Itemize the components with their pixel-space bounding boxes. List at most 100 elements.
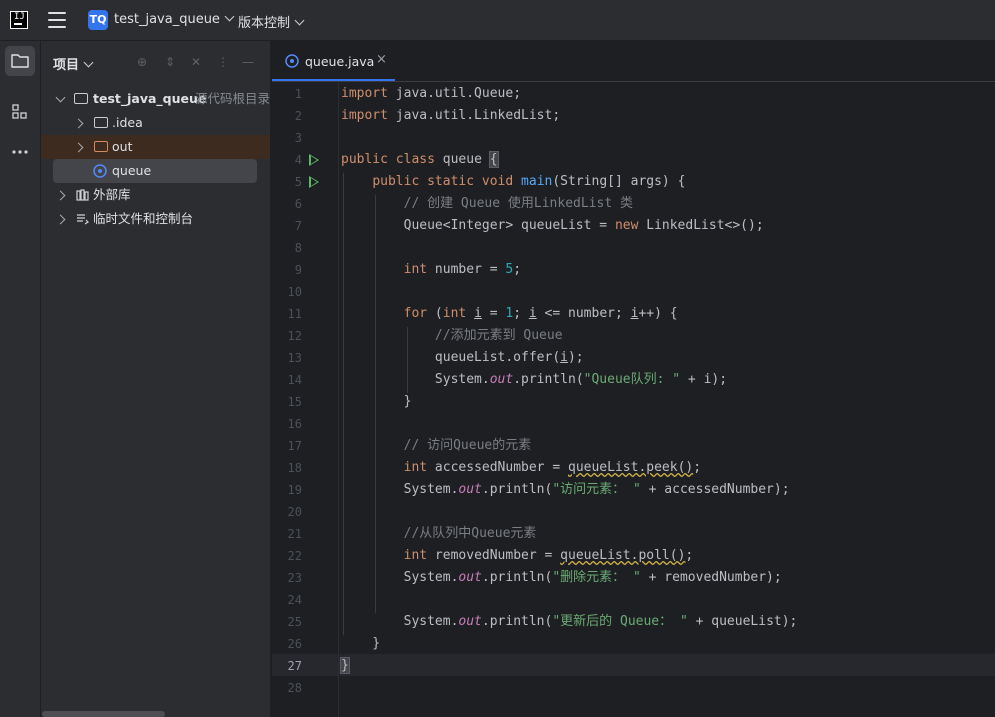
chevron-right-icon <box>55 190 66 201</box>
main-menu-icon[interactable] <box>48 12 66 28</box>
line-number[interactable]: 15 <box>272 395 302 409</box>
line-number[interactable]: 13 <box>272 351 302 365</box>
line-number[interactable]: 8 <box>272 241 302 255</box>
line-number[interactable]: 16 <box>272 417 302 431</box>
structure-icon <box>12 104 27 119</box>
editor: queue.java × 1 2 3 4 5 6 7 8 9 10 11 12 13 14 15 16 17 18… <box>271 41 995 717</box>
editor-tab-bar: queue.java × <box>272 41 995 82</box>
vcs-menu[interactable]: 版本控制 <box>238 12 305 31</box>
line-number[interactable]: 4 <box>272 153 302 167</box>
line-number[interactable]: 10 <box>272 285 302 299</box>
code-line[interactable]: Queue<Integer> queueList = new LinkedLis… <box>341 215 764 237</box>
line-number[interactable]: 28 <box>272 681 302 695</box>
line-number[interactable]: 23 <box>272 571 302 585</box>
tool-window-strip <box>0 41 41 717</box>
code-line[interactable]: System.out.println("访问元素： " + accessedNu… <box>341 479 790 501</box>
line-number[interactable]: 26 <box>272 637 302 651</box>
line-number[interactable]: 27 <box>272 659 302 673</box>
intellij-logo-icon[interactable]: IJ <box>10 11 28 29</box>
project-switcher[interactable]: test_java_queue <box>114 11 235 27</box>
tree-item-hint: 源代码根目录 <box>195 91 271 106</box>
hide-icon[interactable]: — <box>242 55 254 69</box>
code-line[interactable]: public class queue { <box>341 149 499 171</box>
code-line[interactable]: import java.util.LinkedList; <box>341 105 560 127</box>
more-toolwindows-button[interactable] <box>5 137 35 167</box>
line-number[interactable]: 11 <box>272 307 302 321</box>
run-icon[interactable] <box>309 154 319 166</box>
line-number[interactable]: 9 <box>272 263 302 277</box>
code-line[interactable]: int number = 5; <box>341 259 521 281</box>
indent-guide <box>375 195 376 613</box>
line-number[interactable]: 25 <box>272 615 302 629</box>
line-number[interactable]: 22 <box>272 549 302 563</box>
tree-item-queue[interactable]: queue <box>41 159 270 183</box>
indent-guide <box>343 173 344 635</box>
line-number[interactable]: 14 <box>272 373 302 387</box>
code-line[interactable]: //从队列中Queue元素 <box>341 523 537 545</box>
line-number[interactable]: 17 <box>272 439 302 453</box>
line-number[interactable]: 18 <box>272 461 302 475</box>
java-class-icon <box>285 54 299 68</box>
locate-icon[interactable]: ⊕ <box>137 55 147 69</box>
line-number[interactable]: 21 <box>272 527 302 541</box>
line-number[interactable]: 3 <box>272 131 302 145</box>
code-line[interactable]: // 创建 Queue 使用LinkedList 类 <box>341 193 633 215</box>
code-line[interactable]: } <box>341 391 412 413</box>
code-line[interactable]: // 访问Queue的元素 <box>341 435 532 457</box>
tree-item-label: 外部库 <box>93 187 131 202</box>
line-number[interactable]: 19 <box>272 483 302 497</box>
tree-item-label: test_java_queue <box>93 91 207 106</box>
tab-queue-java[interactable]: queue.java × <box>272 41 395 81</box>
line-number[interactable]: 2 <box>272 109 302 123</box>
horizontal-scrollbar[interactable] <box>42 711 165 717</box>
code-line[interactable]: } <box>340 655 350 677</box>
code-line[interactable]: } <box>341 633 380 655</box>
project-toolwindow-button[interactable] <box>5 46 35 76</box>
chevron-right-icon <box>55 214 66 225</box>
line-number[interactable]: 24 <box>272 593 302 607</box>
code-line[interactable]: import java.util.Queue; <box>341 83 521 105</box>
folder-icon <box>11 54 29 68</box>
chevron-right-icon <box>73 118 84 129</box>
tree-item-idea[interactable]: .idea <box>41 111 270 135</box>
code-line[interactable]: System.out.println("Queue队列: " + i); <box>341 369 727 391</box>
scratches-icon <box>77 214 89 225</box>
gutter: 1 2 3 4 5 6 7 8 9 10 11 12 13 14 15 16 17 18 19 20 21 22 23 24 2… <box>272 82 338 717</box>
collapse-all-icon[interactable]: ✕ <box>191 55 201 69</box>
line-number[interactable]: 7 <box>272 219 302 233</box>
code-line[interactable]: public static void main(String[] args) { <box>341 171 685 193</box>
line-number[interactable]: 5 <box>272 175 302 189</box>
code-line[interactable]: for (int i = 1; i <= number; i++) { <box>341 303 678 325</box>
tree-item-module[interactable]: test_java_queue 源代码根目录 <box>41 87 270 111</box>
options-icon[interactable]: ⋮ <box>217 55 229 69</box>
line-number[interactable]: 6 <box>272 197 302 211</box>
code-line[interactable]: queueList.offer(i); <box>341 347 584 369</box>
line-number[interactable]: 12 <box>272 329 302 343</box>
chevron-down-icon <box>55 92 66 103</box>
title-bar: IJ TQ test_java_queue 版本控制 <box>0 0 995 41</box>
structure-toolwindow-button[interactable] <box>5 97 35 127</box>
tree-item-label: out <box>112 139 133 154</box>
project-badge[interactable]: TQ <box>88 10 108 30</box>
tree-item-external-libraries[interactable]: 外部库 <box>41 183 270 207</box>
project-panel: 项目 ⊕ ⇕ ✕ ⋮ — test_java_queue 源代码根目录 .ide… <box>41 41 270 717</box>
excluded-folder-icon <box>94 141 108 152</box>
library-icon <box>76 189 89 201</box>
code-line[interactable]: int accessedNumber = queueList.peek(); <box>341 457 701 479</box>
close-icon[interactable]: × <box>376 52 387 67</box>
gutter-separator <box>338 82 339 717</box>
line-number[interactable]: 1 <box>272 87 302 101</box>
code-line[interactable]: int removedNumber = queueList.poll(); <box>341 545 694 567</box>
expand-all-icon[interactable]: ⇕ <box>165 55 175 69</box>
more-icon <box>12 150 28 154</box>
tree-item-out[interactable]: out <box>41 135 270 159</box>
code-line[interactable]: System.out.println("更新后的 Queue： " + queu… <box>341 611 798 633</box>
code-line[interactable]: System.out.println("删除元素： " + removedNum… <box>341 567 782 589</box>
tree-item-scratches[interactable]: 临时文件和控制台 <box>41 207 270 231</box>
tab-label: queue.java <box>305 54 375 69</box>
run-icon[interactable] <box>309 176 319 188</box>
indent-guide <box>407 327 408 393</box>
project-panel-title[interactable]: 项目 <box>53 54 94 73</box>
line-number[interactable]: 20 <box>272 505 302 519</box>
tree-item-label: .idea <box>112 115 143 130</box>
